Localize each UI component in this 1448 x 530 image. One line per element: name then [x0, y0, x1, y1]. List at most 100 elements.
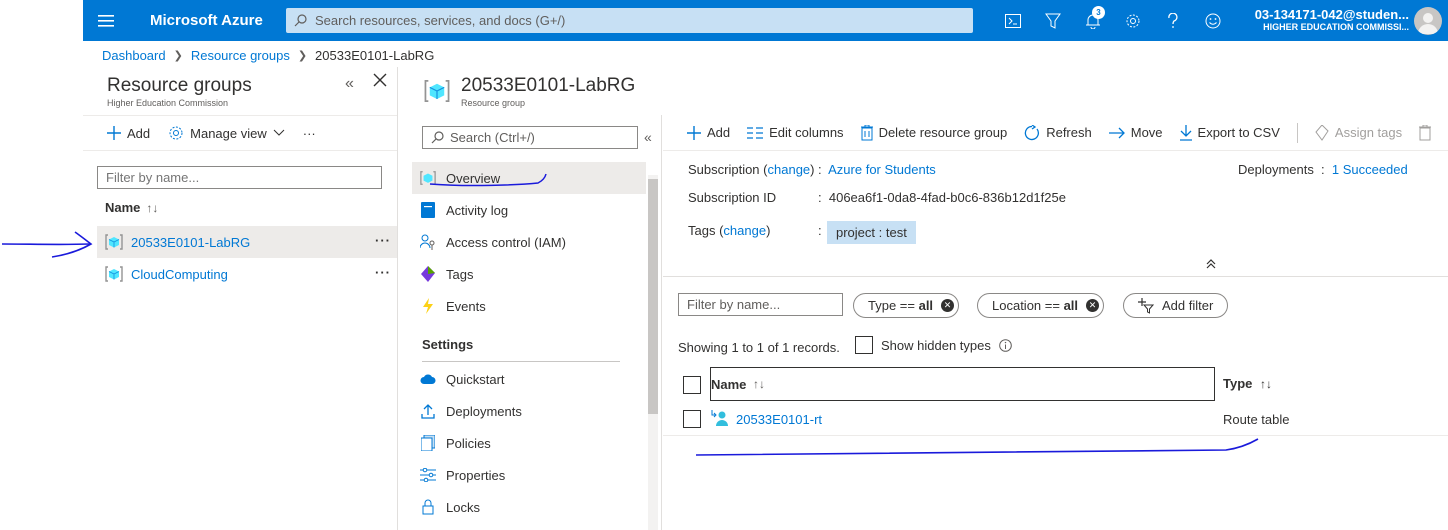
- remove-filter-icon[interactable]: ✕: [1086, 299, 1100, 312]
- collapse-blade-button[interactable]: «: [345, 75, 354, 93]
- type-column-header[interactable]: Type ↑↓: [1223, 376, 1272, 391]
- brand-title[interactable]: Microsoft Azure: [150, 12, 280, 29]
- tag-pill[interactable]: project : test: [827, 221, 916, 244]
- add-filter-button[interactable]: Add filter: [1123, 293, 1229, 318]
- close-blade-button[interactable]: [373, 73, 387, 90]
- annotation-underline: [429, 173, 547, 187]
- directory-filter-button[interactable]: [1033, 0, 1073, 41]
- account-org: HIGHER EDUCATION COMMISSI...: [1263, 22, 1409, 32]
- delete-resource-group-button[interactable]: Delete resource group: [860, 124, 1008, 141]
- menu-search-input[interactable]: Search (Ctrl+/): [422, 126, 638, 149]
- menu-item-properties[interactable]: Properties: [412, 459, 646, 491]
- resource-table-header: Name ↑↓ Type ↑↓: [663, 367, 1448, 403]
- page-subtitle: Resource group: [461, 98, 526, 108]
- row-checkbox[interactable]: [683, 410, 701, 428]
- row-more-button[interactable]: ···: [375, 265, 391, 280]
- chevron-right-icon: ❯: [297, 50, 308, 62]
- select-all-checkbox[interactable]: [683, 376, 701, 394]
- resource-filter-input[interactable]: Filter by name...: [678, 293, 843, 316]
- edit-columns-button[interactable]: Edit columns: [747, 125, 844, 140]
- trash-icon: [1419, 124, 1432, 140]
- avatar[interactable]: [1414, 7, 1442, 35]
- menu-item-policies[interactable]: Policies: [412, 427, 646, 459]
- subscription-link[interactable]: Azure for Students: [828, 162, 936, 177]
- subscription-value: : Azure for Students: [818, 162, 936, 177]
- account-menu[interactable]: 03-134171-042@studen... HIGHER EDUCATION…: [1249, 7, 1409, 32]
- filter-by-name-input[interactable]: [97, 166, 382, 189]
- breadcrumb: Dashboard ❯ Resource groups ❯ 20533E0101…: [102, 48, 434, 63]
- assign-tags-button[interactable]: Assign tags: [1315, 124, 1402, 141]
- resource-group-link[interactable]: 20533E0101-LabRG: [131, 235, 250, 250]
- info-icon[interactable]: [999, 338, 1012, 352]
- type-filter-pill[interactable]: Type == all ✕: [853, 293, 960, 318]
- add-label: Add: [707, 125, 731, 140]
- deployments-link[interactable]: 1 Succeeded: [1332, 162, 1408, 177]
- policies-icon: [421, 435, 435, 451]
- resource-group-icon: [105, 266, 123, 282]
- refresh-button[interactable]: Refresh: [1024, 124, 1092, 141]
- type-filter-prefix: Type ==: [868, 298, 919, 313]
- move-button[interactable]: Move: [1108, 125, 1163, 140]
- resource-link[interactable]: 20533E0101-rt: [736, 412, 822, 427]
- show-hidden-checkbox[interactable]: [855, 336, 873, 354]
- lock-icon: [422, 499, 434, 515]
- list-item[interactable]: CloudComputing ···: [97, 258, 397, 290]
- location-filter-pill[interactable]: Location == all ✕: [977, 293, 1105, 318]
- settings-button[interactable]: [1113, 0, 1153, 41]
- menu-item-label: Access control (IAM): [446, 234, 566, 250]
- change-subscription-link[interactable]: change: [768, 162, 811, 177]
- remove-filter-icon[interactable]: ✕: [941, 299, 955, 312]
- menu-item-deployments[interactable]: Deployments: [412, 395, 646, 427]
- change-tags-link[interactable]: change: [723, 223, 766, 238]
- menu-search-placeholder: Search (Ctrl+/): [450, 130, 535, 145]
- add-button[interactable]: Add: [687, 125, 730, 140]
- show-hidden-types[interactable]: Show hidden types: [855, 336, 1012, 354]
- cloud-shell-button[interactable]: [993, 0, 1033, 41]
- more-options-button[interactable]: ···: [303, 126, 316, 141]
- manage-view-button[interactable]: Manage view: [168, 125, 285, 141]
- name-column-header[interactable]: Name ↑↓: [710, 367, 1215, 401]
- feedback-button[interactable]: [1193, 0, 1233, 41]
- menu-item-tags[interactable]: Tags: [412, 258, 646, 290]
- menu-item-quickstart[interactable]: Quickstart: [412, 363, 646, 395]
- subscription-label-text: Subscription: [688, 162, 760, 177]
- breadcrumb-current: 20533E0101-LabRG: [315, 48, 435, 63]
- menu-item-events[interactable]: Events: [412, 290, 646, 322]
- menu-item-locks[interactable]: Locks: [412, 491, 646, 523]
- notifications-button[interactable]: 3: [1073, 0, 1113, 41]
- add-resource-group-button[interactable]: Add: [107, 126, 150, 141]
- row-more-button[interactable]: ···: [375, 233, 391, 248]
- menu-item-activity-log[interactable]: Activity log: [412, 194, 646, 226]
- colon: :: [818, 223, 822, 238]
- add-filter-icon: [1138, 297, 1154, 314]
- user-avatar-icon: [1418, 13, 1438, 34]
- annotation-arrow: [1, 231, 93, 258]
- activity-log-icon: [421, 202, 435, 218]
- type-filter-value: all: [918, 298, 934, 313]
- breadcrumb-dashboard[interactable]: Dashboard: [102, 48, 166, 63]
- list-item[interactable]: 20533E0101-LabRG ···: [97, 226, 397, 258]
- delete-button[interactable]: [1419, 124, 1432, 141]
- lightning-icon: [423, 298, 433, 314]
- breadcrumb-resource-groups[interactable]: Resource groups: [191, 48, 290, 63]
- collapse-essentials-button[interactable]: [1206, 258, 1216, 272]
- overview-content: Add Edit columns Delete resource group R…: [663, 115, 1448, 530]
- menu-scrollbar-thumb[interactable]: [648, 179, 658, 414]
- global-search-input[interactable]: Search resources, services, and docs (G+…: [286, 8, 973, 33]
- colon: :: [818, 190, 822, 205]
- help-button[interactable]: [1153, 0, 1193, 41]
- export-csv-button[interactable]: Export to CSV: [1179, 124, 1280, 141]
- delete-label: Delete resource group: [878, 125, 1008, 140]
- colon: :: [818, 162, 822, 177]
- portal-menu-button[interactable]: [83, 0, 129, 41]
- menu-item-access-control[interactable]: Access control (IAM): [412, 226, 646, 258]
- gear-icon: [169, 126, 183, 140]
- tag-icon: [421, 266, 435, 282]
- collapse-menu-button[interactable]: «: [644, 129, 652, 145]
- notification-badge: 3: [1092, 6, 1105, 19]
- name-column-header[interactable]: Name ↑↓: [105, 200, 158, 215]
- resource-group-link[interactable]: CloudComputing: [131, 267, 228, 282]
- records-count: Showing 1 to 1 of 1 records.: [678, 340, 840, 355]
- account-name: 03-134171-042@studen...: [1254, 7, 1409, 22]
- menu-item-label: Quickstart: [446, 371, 505, 387]
